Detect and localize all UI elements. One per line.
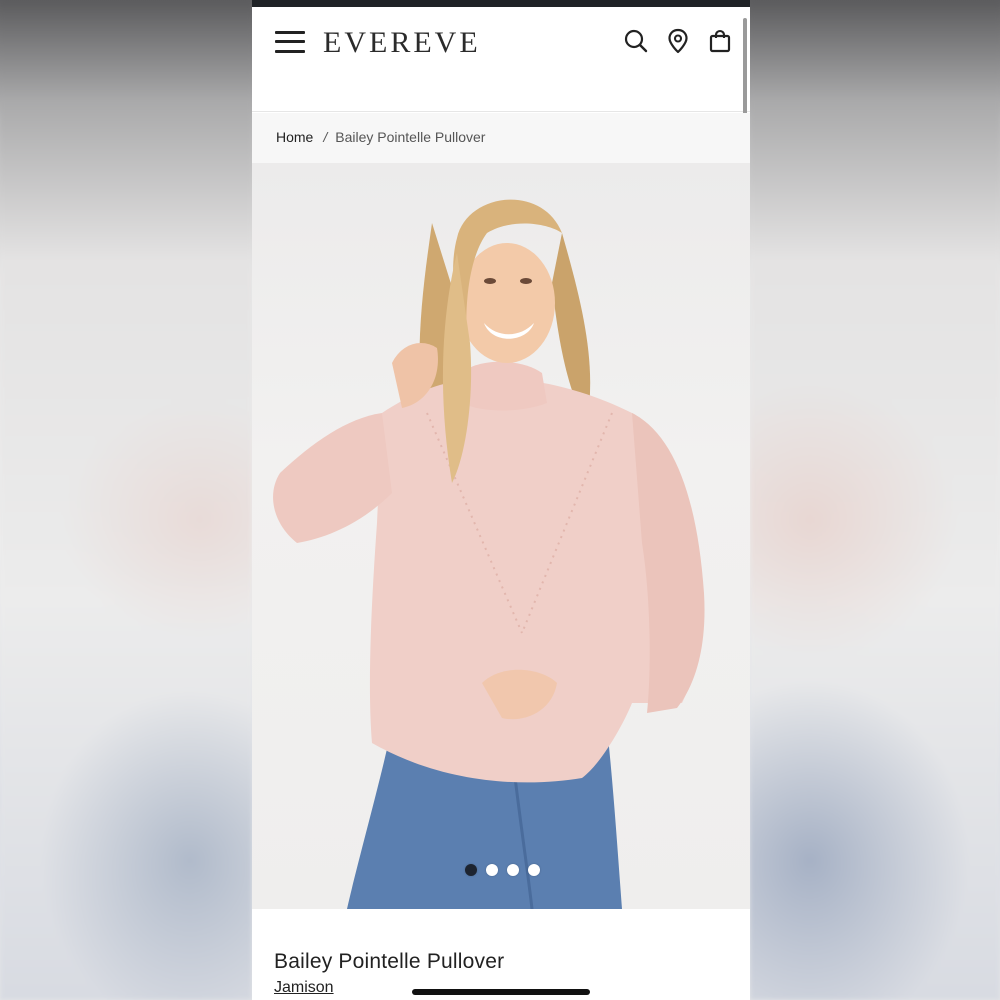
breadcrumb: Home / Bailey Pointelle Pullover <box>276 129 485 145</box>
status-bar <box>252 0 750 7</box>
shopping-bag-icon[interactable] <box>707 28 733 54</box>
pagination-dot[interactable] <box>507 864 519 876</box>
pagination-dot[interactable] <box>486 864 498 876</box>
pagination-dot[interactable] <box>465 864 477 876</box>
map-pin-icon[interactable] <box>665 28 691 54</box>
breadcrumb-current: Bailey Pointelle Pullover <box>335 129 486 145</box>
background-left <box>0 0 252 1000</box>
site-logo[interactable]: EVEREVE <box>323 26 481 60</box>
hamburger-menu-icon[interactable] <box>275 31 305 55</box>
image-pagination <box>465 864 540 876</box>
pagination-dot[interactable] <box>528 864 540 876</box>
site-header: EVEREVE <box>252 7 750 112</box>
background-right <box>750 0 1000 1000</box>
breadcrumb-home-link[interactable]: Home <box>276 129 313 145</box>
model-illustration <box>273 199 705 909</box>
breadcrumb-separator: / <box>323 129 328 145</box>
product-image[interactable] <box>252 163 750 909</box>
breadcrumb-bar: Home / Bailey Pointelle Pullover <box>252 113 750 163</box>
phone-screen: EVEREVE Home / Bailey Pointelle Pullover <box>252 0 750 1000</box>
product-title: Bailey Pointelle Pullover <box>274 950 505 973</box>
search-icon[interactable] <box>623 28 649 54</box>
home-indicator[interactable] <box>412 989 590 995</box>
brand-link[interactable]: Jamison <box>274 979 334 997</box>
